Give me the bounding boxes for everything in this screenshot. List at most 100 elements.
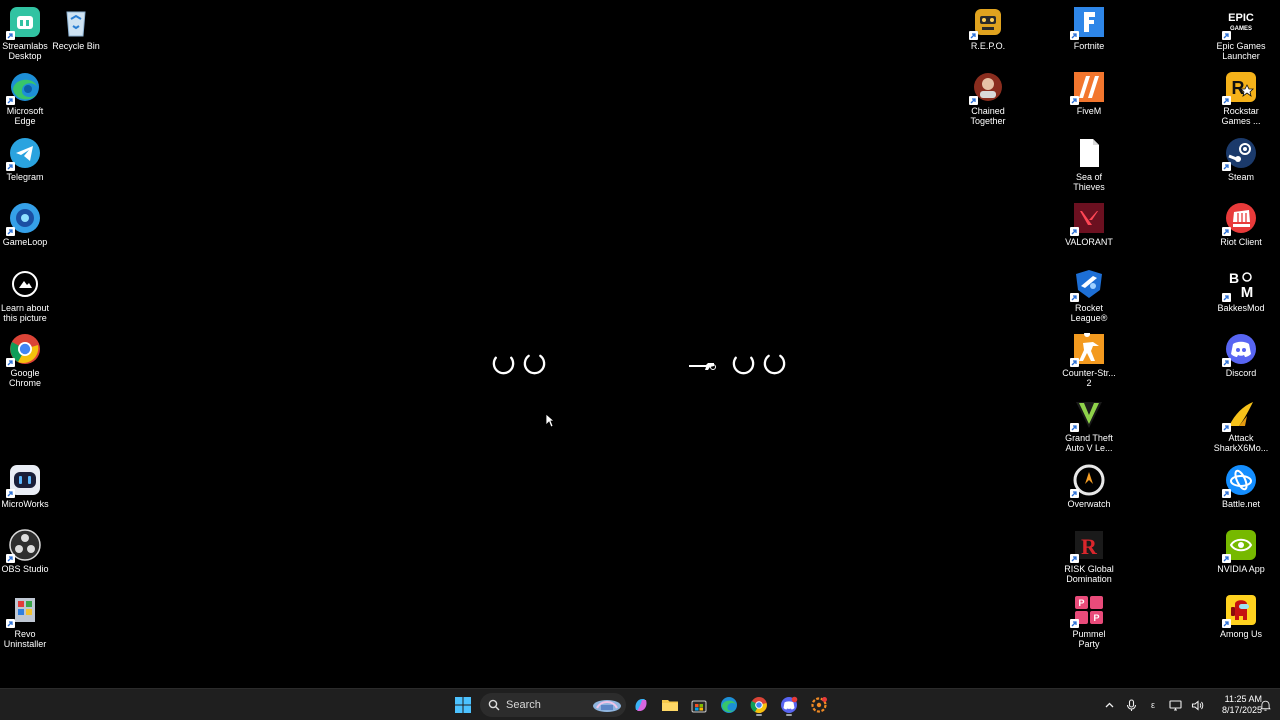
network-button[interactable] xyxy=(1164,693,1186,717)
taskbar-file-explorer[interactable] xyxy=(657,693,683,717)
search-placeholder: Search xyxy=(506,699,541,711)
riot-client-icon xyxy=(1222,202,1257,236)
fivem-icon xyxy=(1070,71,1105,105)
taskbar-store[interactable] xyxy=(686,693,712,717)
icon-label: Chained Together xyxy=(970,106,1006,126)
desktop-icon-attack-shark[interactable]: Attack SharkX6Mo... xyxy=(1209,394,1273,456)
telegram-icon xyxy=(6,137,41,171)
shortcut-arrow-icon xyxy=(6,619,15,628)
mouse-cursor-icon xyxy=(545,413,555,428)
desktop-icon-epic-games[interactable]: EPIC GAMES Epic Games Launcher xyxy=(1209,2,1273,64)
icon-label: Google Chrome xyxy=(8,368,41,388)
desktop-icon-gta-v[interactable]: Grand Theft Auto V Le... xyxy=(1057,394,1121,456)
icon-label: Riot Client xyxy=(1220,237,1262,247)
icon-label: Battle.net xyxy=(1221,499,1261,509)
icon-label: Telegram xyxy=(6,172,44,182)
desktop-icon-pummel-party[interactable]: PP Pummel Party xyxy=(1057,590,1121,652)
nvidia-icon xyxy=(1222,529,1257,563)
icon-label: Steam xyxy=(1227,172,1254,182)
learn-picture-icon xyxy=(9,268,41,300)
loading-spinner-icon xyxy=(732,356,755,374)
notifications-button[interactable] xyxy=(1254,693,1276,717)
show-hidden-icons-button[interactable] xyxy=(1098,693,1120,717)
language-indicator[interactable]: ε xyxy=(1142,693,1164,717)
icon-label: Counter-Str... 2 xyxy=(1062,368,1116,388)
desktop-icon-battlenet[interactable]: Battle.net xyxy=(1209,460,1273,522)
desktop-icon-recycle-bin[interactable]: Recycle Bin xyxy=(44,2,108,64)
desktop-icon-rocket-league[interactable]: Rocket League® xyxy=(1057,264,1121,326)
desktop-icon-discord[interactable]: Discord xyxy=(1209,329,1273,391)
icon-label: Epic Games Launcher xyxy=(1216,41,1266,61)
desktop-icon-gameloop[interactable]: GameLoop xyxy=(0,198,57,260)
notification-bell-icon xyxy=(1259,700,1271,711)
sea-of-thieves-icon xyxy=(1073,137,1105,169)
shortcut-arrow-icon xyxy=(1070,293,1079,302)
icon-label: GameLoop xyxy=(2,237,48,247)
store-icon xyxy=(691,700,707,713)
shortcut-arrow-icon xyxy=(1070,554,1079,563)
svg-text:EPIC: EPIC xyxy=(1228,12,1254,24)
icon-label: Discord xyxy=(1225,368,1257,378)
desktop-icon-microworks[interactable]: MicroWorks xyxy=(0,460,57,522)
icon-label: Grand Theft Auto V Le... xyxy=(1065,433,1113,453)
risk-icon: R xyxy=(1070,529,1105,563)
desktop-icon-learn-picture[interactable]: Learn about this picture xyxy=(0,264,57,326)
shortcut-arrow-icon xyxy=(1070,489,1079,498)
fortnite-icon xyxy=(1070,6,1105,40)
taskbar-chrome[interactable] xyxy=(746,693,772,717)
desktop-icon-fortnite[interactable]: Fortnite xyxy=(1057,2,1121,64)
shortcut-arrow-icon xyxy=(1070,96,1079,105)
desktop-icon-bakkesmod[interactable]: BM BakkesMod xyxy=(1209,264,1273,326)
loading-spinners-left xyxy=(490,350,548,378)
desktop-icon-fivem[interactable]: FiveM xyxy=(1057,67,1121,129)
language-label: ε xyxy=(1150,700,1155,710)
taskbar-search[interactable]: Search xyxy=(480,693,626,717)
shortcut-arrow-icon xyxy=(1222,423,1231,432)
icon-label: OBS Studio xyxy=(1,564,49,574)
chevron-up-icon xyxy=(1105,702,1113,707)
active-indicator xyxy=(756,714,762,716)
pummel-party-icon: PP xyxy=(1070,594,1105,628)
icon-label: Revo Uninstaller xyxy=(3,629,47,649)
desktop-icon-riot-client[interactable]: Riot Client xyxy=(1209,198,1273,260)
streamlabs-icon xyxy=(6,6,41,40)
desktop-icon-telegram[interactable]: Telegram xyxy=(0,133,57,195)
taskbar-edge[interactable] xyxy=(716,693,742,717)
desktop-icon-risk[interactable]: R RISK Global Domination xyxy=(1057,525,1121,587)
desktop-icon-edge[interactable]: Microsoft Edge xyxy=(0,67,57,129)
epic-games-icon: EPIC GAMES xyxy=(1222,6,1257,40)
weapon-icon xyxy=(689,363,716,370)
microphone-button[interactable] xyxy=(1120,693,1142,717)
svg-text:GAMES: GAMES xyxy=(1230,26,1252,32)
shortcut-arrow-icon xyxy=(1070,31,1079,40)
shortcut-arrow-icon xyxy=(6,227,15,236)
desktop-icon-sea-of-thieves[interactable]: Sea of Thieves xyxy=(1057,133,1121,195)
icon-label: Pummel Party xyxy=(1072,629,1106,649)
taskbar-discord[interactable] xyxy=(776,693,802,717)
desktop-icon-revo[interactable]: Revo Uninstaller xyxy=(0,590,57,652)
desktop-icon-obs[interactable]: OBS Studio xyxy=(0,525,57,587)
desktop-icon-overwatch[interactable]: Overwatch xyxy=(1057,460,1121,522)
start-button[interactable] xyxy=(450,693,476,717)
taskbar-steelseries[interactable] xyxy=(806,693,832,717)
desktop-icon-counter-strike[interactable]: Counter-Str... 2 xyxy=(1057,329,1121,391)
desktop-icon-rockstar[interactable]: R Rockstar Games ... xyxy=(1209,67,1273,129)
desktop-icon-repo[interactable]: R.E.P.O. xyxy=(956,2,1020,64)
shortcut-arrow-icon xyxy=(6,31,15,40)
recycle-bin-icon xyxy=(60,6,92,38)
taskbar-copilot[interactable] xyxy=(628,693,654,717)
obs-icon xyxy=(6,529,41,563)
desktop-icon-valorant[interactable]: VALORANT xyxy=(1057,198,1121,260)
desktop-icon-chrome[interactable]: Google Chrome xyxy=(0,329,57,391)
desktop-icon-steam[interactable]: Steam xyxy=(1209,133,1273,195)
search-icon xyxy=(488,699,500,711)
desktop-icon-nvidia[interactable]: NVIDIA App xyxy=(1209,525,1273,587)
desktop-icon-chained-together[interactable]: Chained Together xyxy=(956,67,1020,129)
icon-label: Rockstar Games ... xyxy=(1221,106,1261,126)
copilot-icon xyxy=(635,699,647,711)
volume-button[interactable] xyxy=(1186,693,1208,717)
among-us-icon xyxy=(1222,594,1257,628)
discord-icon xyxy=(1222,333,1257,367)
desktop-icon-among-us[interactable]: Among Us xyxy=(1209,590,1273,652)
svg-text:R: R xyxy=(1232,78,1245,98)
